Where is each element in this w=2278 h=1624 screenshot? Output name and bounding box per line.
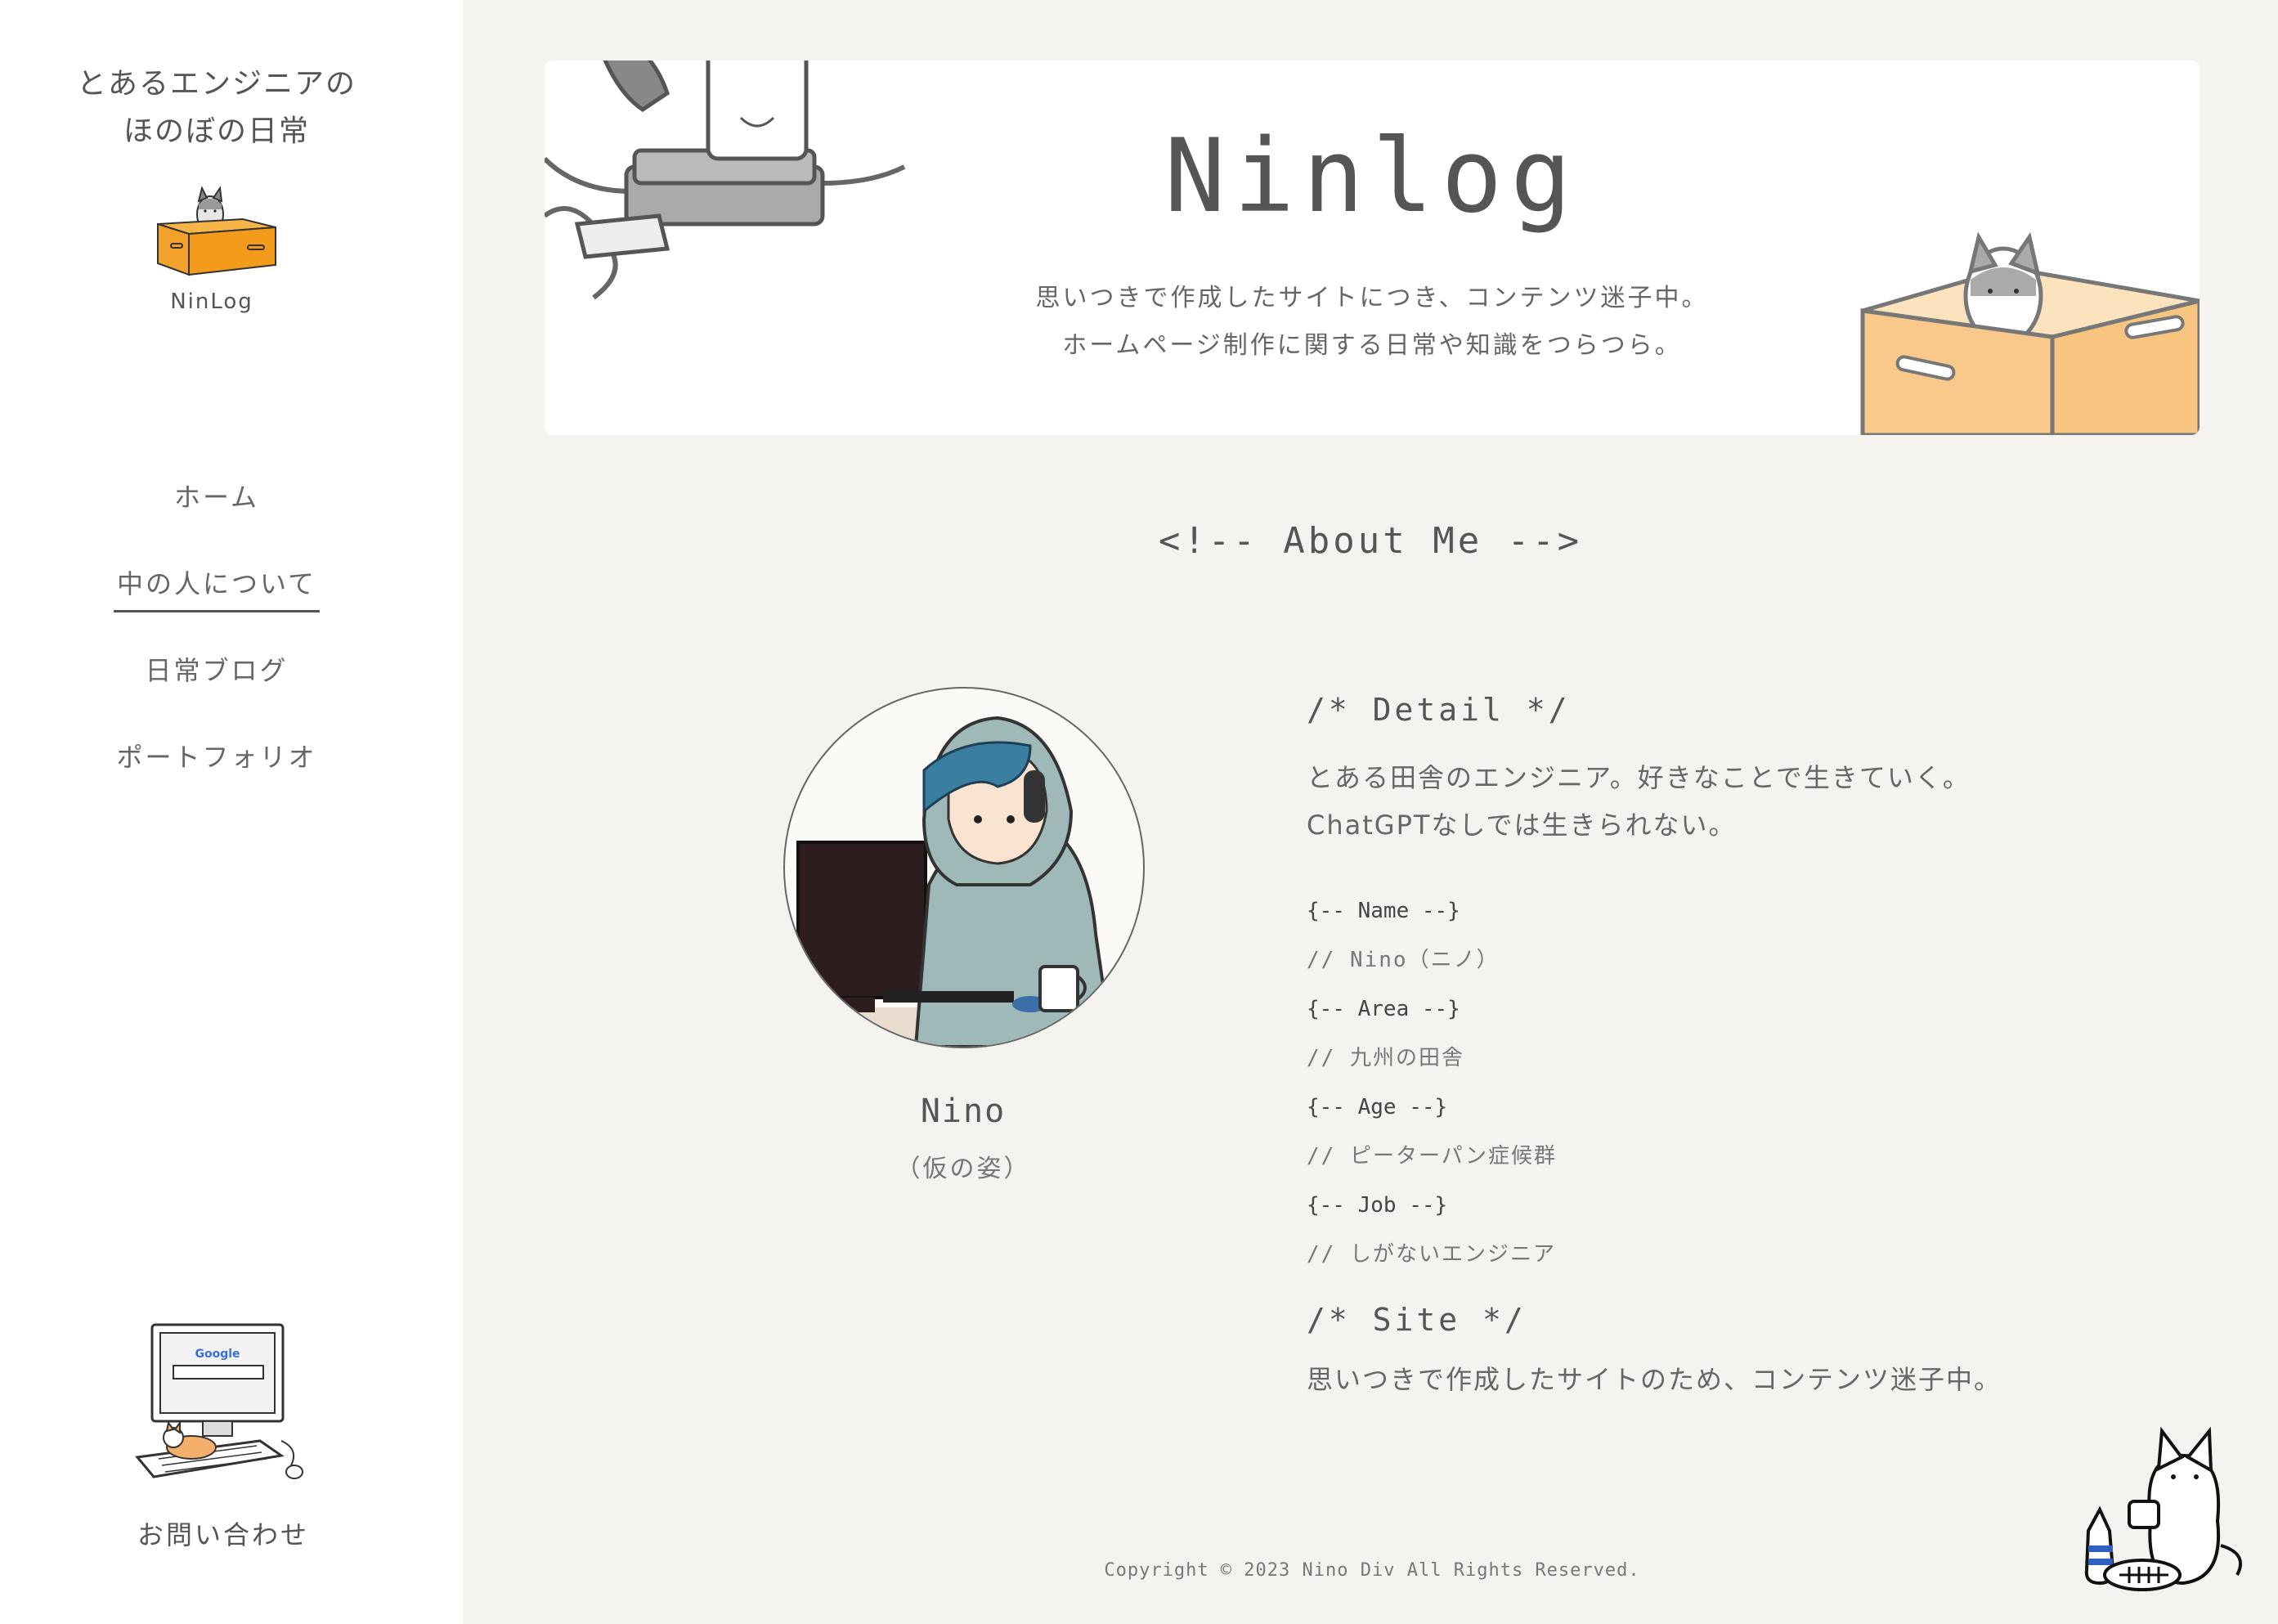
profile-name-subtitle: （仮の姿） bbox=[895, 1155, 1031, 1183]
nav-item-about[interactable]: 中の人について bbox=[0, 561, 433, 648]
site-heading: /* Site */ bbox=[1307, 1302, 1527, 1338]
nav-item-blog[interactable]: 日常ブログ bbox=[0, 648, 433, 734]
cat-box-logo-icon[interactable] bbox=[151, 173, 282, 278]
contact-link[interactable]: お問い合わせ bbox=[0, 1514, 446, 1552]
detail-key-area: {-- Area --} bbox=[1307, 997, 1460, 1021]
detail-key-age: {-- Age --} bbox=[1307, 1095, 1448, 1119]
detail-value-job: // しがないエンジニア bbox=[1307, 1242, 1556, 1267]
nav-item-label: 日常ブログ bbox=[145, 655, 289, 686]
tagline-line-1: とあるエンジニアの bbox=[76, 67, 356, 101]
detail-key-job: {-- Job --} bbox=[1307, 1193, 1448, 1218]
about-detail: /* Detail */ とある田舎のエンジニア。好きなことで生きていく。 Ch… bbox=[1307, 692, 2124, 1403]
hooded-programmer-icon bbox=[785, 716, 1143, 1047]
section-title-about: <!-- About Me --> bbox=[1158, 520, 1583, 562]
profile-avatar bbox=[783, 687, 1145, 1048]
google-logo-text: Google bbox=[195, 1348, 240, 1361]
nav-item-label: ホーム bbox=[173, 482, 260, 513]
cat-drinking-icon bbox=[2084, 1426, 2242, 1591]
detail-key-name: {-- Name --} bbox=[1307, 899, 1460, 923]
site-text: 思いつきで作成したサイトのため、コンテンツ迷子中。 bbox=[1307, 1364, 2002, 1395]
detail-value-name: // Nino（ニノ） bbox=[1307, 948, 1500, 972]
detail-line-2: ChatGPTなしでは生きられない。 bbox=[1307, 810, 1737, 841]
profile-name: Nino bbox=[920, 1092, 1007, 1130]
hero-header: Ninlog 思いつきで作成したサイトにつき、コンテンツ迷子中。 ホームページ制… bbox=[545, 61, 2200, 435]
logo-name: NinLog bbox=[170, 289, 253, 314]
cat-in-box-illustration-icon bbox=[1860, 231, 2200, 435]
footer-copyright: Copyright © 2023 Nino Div All Rights Res… bbox=[1104, 1560, 1640, 1581]
nav-item-label: ポートフォリオ bbox=[116, 742, 317, 773]
sidebar: とあるエンジニアの ほのぼの日常 NinLog ホーム 中の人について 日常ブロ… bbox=[0, 0, 463, 1624]
computer-cat-icon[interactable]: Google bbox=[121, 1318, 306, 1482]
tagline-line-2: ほのぼの日常 bbox=[123, 114, 310, 148]
detail-value-area: // 九州の田舎 bbox=[1307, 1046, 1464, 1070]
nav-item-label: 中の人について bbox=[113, 561, 321, 612]
nav-item-home[interactable]: ホーム bbox=[0, 474, 433, 561]
main-nav: ホーム 中の人について 日常ブログ ポートフォリオ bbox=[0, 474, 433, 821]
nav-item-portfolio[interactable]: ポートフォリオ bbox=[0, 734, 433, 821]
detail-heading: /* Detail */ bbox=[1307, 692, 1571, 728]
detail-line-1: とある田舎のエンジニア。好きなことで生きていく。 bbox=[1307, 762, 1971, 793]
detail-value-age: // ピーターパン症候群 bbox=[1307, 1144, 1558, 1169]
site-tagline: とあるエンジニアの ほのぼの日常 bbox=[0, 61, 433, 155]
